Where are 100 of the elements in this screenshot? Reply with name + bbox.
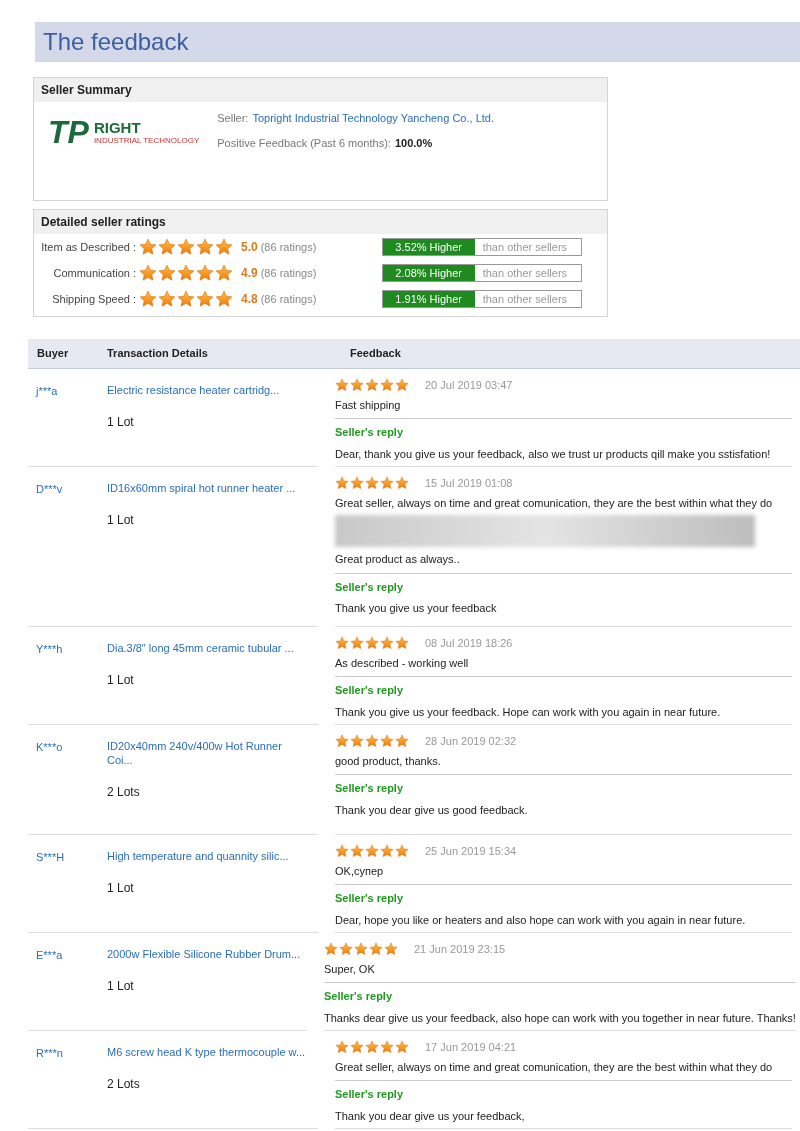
product-link[interactable]: Electric resistance heater cartridg... (107, 383, 307, 397)
product-link[interactable]: Dia.3/8" long 45mm ceramic tubular ... (107, 641, 307, 655)
feedback-text: Fast shipping (335, 397, 402, 413)
star-icon (395, 1040, 409, 1055)
product-link[interactable]: ID16x60mm spiral hot runner heater ... (107, 481, 307, 495)
star-icon (177, 264, 195, 282)
seller-reply-text: Dear, thank you give us your feedback, also we trust ur products qill make you sstisfation! (335, 446, 772, 462)
star-icon (335, 1040, 349, 1055)
star-icon (395, 636, 409, 651)
seller-label: Seller: (217, 111, 249, 126)
comparison-note: than other sellers (481, 265, 569, 281)
star-icon (196, 238, 214, 256)
feedback-text: Great seller, always on time and great comunication, they are the best within what they do (335, 495, 774, 511)
feedback-text: OK,супер (335, 863, 385, 879)
buyer-name: R***n (35, 1046, 64, 1061)
rating-score: 4.9 (241, 265, 258, 282)
feedback-date: 17 Jun 2019 04:21 (425, 1040, 517, 1055)
seller-reply-text: Thank you dear give us good feedback. (335, 802, 529, 818)
feedback-date: 08 Jul 2019 18:26 (425, 636, 513, 651)
star-icon (196, 264, 214, 282)
quantity-text: 1 Lot (107, 672, 135, 689)
column-header: Transaction Details (107, 346, 209, 362)
section-heading: Seller Summary (41, 82, 132, 99)
product-link[interactable]: 2000w Flexible Silicone Rubber Drum... (107, 947, 307, 961)
column-header: Buyer (36, 346, 70, 362)
star-icon (354, 942, 368, 957)
feedback-text: Super, OK (324, 961, 376, 977)
feedback-text: good product, thanks. (335, 753, 442, 769)
seller-reply-text: Thank you give us your feedback (335, 601, 498, 616)
quantity-text: 1 Lot (107, 414, 135, 431)
seller-reply-label: Seller's reply (335, 425, 405, 440)
quantity-text: 1 Lot (107, 512, 135, 529)
quantity-text: 1 Lot (107, 978, 135, 995)
star-icon (365, 844, 379, 859)
rating-count: (86 ratings) (260, 265, 318, 281)
feedback-text: Great product as always.. (335, 552, 461, 567)
feedback-text: As described - working well (335, 655, 470, 671)
star-icon (380, 1040, 394, 1055)
rating-label: Shipping Speed : (51, 291, 137, 307)
comparison-badge: 2.08% Higher (382, 265, 475, 281)
star-icon (215, 238, 233, 256)
star-icon (139, 238, 157, 256)
star-icon (369, 942, 383, 957)
seller-link[interactable]: Topright Industrial Technology Yancheng Co., Ltd. (252, 110, 494, 127)
star-icon (350, 378, 364, 393)
feedback-date: 28 Jun 2019 02:32 (425, 734, 517, 749)
positive-feedback-label: Positive Feedback (Past 6 months): (217, 135, 391, 151)
star-icon (380, 734, 394, 749)
rating-count: (86 ratings) (260, 239, 318, 255)
star-icon (350, 734, 364, 749)
star-icon (395, 378, 409, 393)
star-icon (384, 942, 398, 957)
star-icon (335, 476, 349, 491)
buyer-name: K***o (35, 740, 64, 755)
star-icon (335, 844, 349, 859)
feedback-date: 25 Jun 2019 15:34 (425, 844, 517, 859)
star-icon (335, 734, 349, 749)
star-icon (215, 264, 233, 282)
star-icon (365, 378, 379, 393)
star-icon (350, 636, 364, 651)
star-icon (365, 476, 379, 491)
rating-score: 5.0 (241, 239, 258, 256)
star-icon (350, 844, 364, 859)
comparison-note: than other sellers (481, 239, 569, 255)
star-icon (324, 942, 338, 957)
product-link[interactable]: High temperature and quannity silic... (107, 849, 307, 863)
star-icon (380, 636, 394, 651)
star-icon (350, 476, 364, 491)
page-title: The feedback (43, 27, 189, 57)
star-icon (158, 290, 176, 308)
star-icon (395, 734, 409, 749)
star-icon (158, 264, 176, 282)
buyer-name: S***H (35, 850, 66, 865)
rating-label: Item as Described : (40, 239, 137, 255)
feedback-text: Great seller, always on time and great comunication, they are the best within what they do (335, 1059, 774, 1075)
quantity-text: 2 Lots (107, 784, 141, 801)
positive-feedback-value: 100.0% (394, 135, 433, 151)
comparison-badge: 3.52% Higher (382, 239, 475, 255)
product-link[interactable]: ID20x40mm 240v/400w Hot Runner Coi... (107, 739, 307, 767)
feedback-date: 21 Jun 2019 23:15 (414, 942, 506, 957)
rating-count: (86 ratings) (260, 291, 318, 307)
comparison-badge: 1.91% Higher (382, 291, 475, 307)
star-icon (365, 636, 379, 651)
seller-reply-label: Seller's reply (335, 891, 405, 906)
star-icon (335, 378, 349, 393)
seller-reply-text: Thanks dear give us your feedback, also hope can work with you together in near future. Thanks! (324, 1010, 796, 1026)
seller-reply-text: Thank you dear give us your feedback, (335, 1108, 526, 1124)
section-heading: Detailed seller ratings (41, 214, 166, 231)
quantity-text: 1 Lot (107, 880, 135, 897)
star-icon (215, 290, 233, 308)
seller-reply-label: Seller's reply (335, 1087, 405, 1102)
star-icon (395, 476, 409, 491)
star-icon (380, 844, 394, 859)
star-icon (335, 636, 349, 651)
star-icon (380, 378, 394, 393)
feedback-date: 15 Jul 2019 01:08 (425, 476, 513, 491)
star-icon (339, 942, 353, 957)
star-icon (177, 290, 195, 308)
rating-label: Communication : (52, 265, 137, 281)
product-link[interactable]: M6 screw head K type thermocouple w... (107, 1045, 307, 1059)
